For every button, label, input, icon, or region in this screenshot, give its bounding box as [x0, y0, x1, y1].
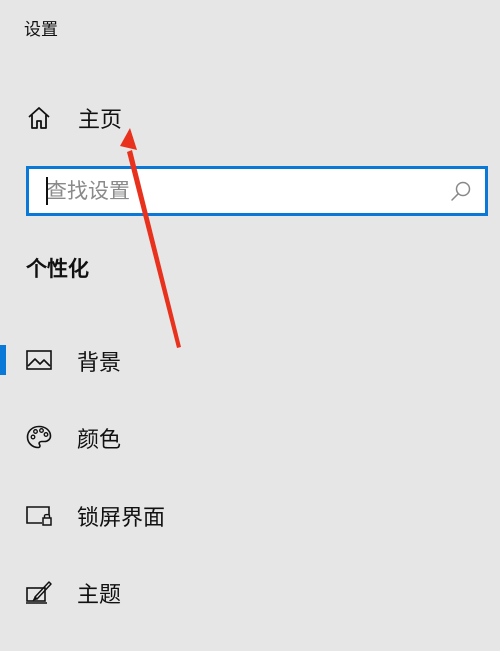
nav-item-lock-screen[interactable]: 锁屏界面 [0, 489, 500, 541]
nav-item-themes[interactable]: 主题 [0, 566, 500, 618]
palette-icon [26, 425, 52, 449]
nav-item-label: 锁屏界面 [77, 506, 166, 531]
active-indicator [0, 345, 6, 375]
settings-window: 设置 主页 个性化 背景 颜色 [0, 0, 500, 651]
search-icon[interactable] [449, 179, 473, 203]
nav-home-label: 主页 [78, 108, 123, 133]
nav-item-label: 主题 [77, 583, 122, 608]
search-input[interactable] [29, 169, 456, 213]
nav-item-label: 颜色 [77, 428, 122, 453]
nav-home[interactable]: 主页 [0, 94, 500, 140]
lock-screen-icon [26, 506, 52, 526]
theme-icon [26, 581, 52, 604]
nav-item-background[interactable]: 背景 [0, 334, 500, 386]
image-icon [26, 350, 52, 370]
home-icon [28, 107, 50, 129]
app-title: 设置 [24, 20, 58, 40]
section-title: 个性化 [26, 257, 89, 281]
text-caret [46, 177, 48, 205]
search-box[interactable] [26, 166, 488, 216]
nav-item-label: 背景 [77, 351, 122, 376]
nav-item-colors[interactable]: 颜色 [0, 411, 500, 463]
